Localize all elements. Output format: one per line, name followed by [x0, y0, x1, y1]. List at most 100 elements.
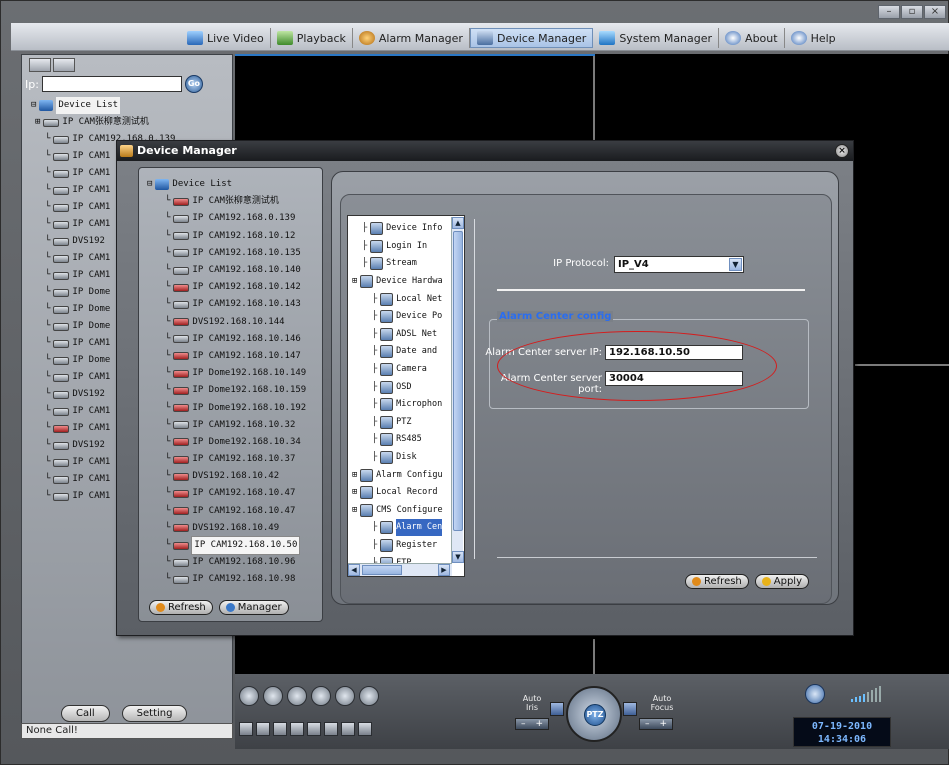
- dialog-device-item[interactable]: └ IP CAM192.168.10.50: [165, 536, 306, 556]
- dialog-title-bar[interactable]: Device Manager: [117, 141, 853, 161]
- nav-playback[interactable]: Playback: [271, 28, 353, 48]
- dialog-device-item[interactable]: └ IP Dome192.168.10.149: [165, 365, 306, 382]
- go-button[interactable]: Go: [184, 75, 203, 93]
- dialog-device-item[interactable]: └ IP CAM192.168.10.140: [165, 262, 306, 279]
- speaker-icon[interactable]: [805, 684, 825, 704]
- scroll-down-icon[interactable]: ▼: [452, 551, 464, 563]
- config-tree-item[interactable]: ⊞ Device Hardwa: [348, 273, 464, 291]
- config-tree-item[interactable]: ├ Login In: [348, 238, 464, 256]
- config-tree-item[interactable]: ├ Date and: [348, 343, 464, 361]
- layout-6-icon[interactable]: [273, 722, 287, 736]
- ptz-dial[interactable]: PTZ: [566, 686, 622, 742]
- dialog-device-item[interactable]: └ IP CAM192.168.10.12: [165, 228, 306, 245]
- hscroll-thumb[interactable]: [362, 565, 402, 575]
- layout-full-icon[interactable]: [358, 722, 372, 736]
- config-tree-item[interactable]: ├ RS485: [348, 431, 464, 449]
- chevron-down-icon[interactable]: ▼: [729, 258, 742, 271]
- manager-button[interactable]: Manager: [218, 600, 289, 615]
- nav-device-manager[interactable]: Device Manager: [469, 28, 594, 48]
- stop-icon[interactable]: [263, 686, 283, 706]
- snapshot-icon[interactable]: [287, 686, 307, 706]
- dialog-device-item[interactable]: └ DVS192.168.10.49: [165, 520, 306, 537]
- audio-icon[interactable]: [359, 686, 379, 706]
- minimize-button[interactable]: –: [878, 5, 900, 19]
- dialog-device-item[interactable]: └ IP CAM192.168.10.146: [165, 331, 306, 348]
- layout-9-icon[interactable]: [290, 722, 304, 736]
- dialog-device-item[interactable]: └ IP CAM192.168.10.47: [165, 485, 306, 502]
- ip-input[interactable]: [41, 76, 182, 92]
- tab-group-icon[interactable]: [53, 58, 75, 72]
- nav-about[interactable]: About: [719, 28, 785, 48]
- config-tree-hscroll[interactable]: ◀ ▶: [348, 563, 452, 576]
- layout-cycle-icon[interactable]: [341, 722, 355, 736]
- config-tree-item[interactable]: ⊞ CMS Configure: [348, 502, 464, 520]
- close-button[interactable]: ×: [924, 5, 946, 19]
- dialog-device-item[interactable]: └ IP CAM192.168.10.143: [165, 296, 306, 313]
- config-tree-item[interactable]: ├ OSD: [348, 378, 464, 396]
- config-tree-vscroll[interactable]: ▲ ▼: [451, 217, 464, 563]
- apply-button[interactable]: Apply: [754, 574, 809, 589]
- maximize-button[interactable]: ▫: [901, 5, 923, 19]
- dialog-device-item[interactable]: └ IP CAM192.168.10.147: [165, 348, 306, 365]
- playback-buttons: [239, 686, 379, 706]
- iris-icon[interactable]: [550, 702, 564, 716]
- dialog-device-item[interactable]: └ IP CAM192.168.10.37: [165, 451, 306, 468]
- config-tree-item[interactable]: ├ Microphon: [348, 396, 464, 414]
- dialog-device-item[interactable]: └ IP CAM192.168.10.96: [165, 554, 306, 571]
- dialog-device-item[interactable]: └ DVS192.168.10.42: [165, 468, 306, 485]
- record-icon[interactable]: [311, 686, 331, 706]
- play-icon[interactable]: [239, 686, 259, 706]
- config-tree-item[interactable]: ├ Stream: [348, 255, 464, 273]
- config-tree-item[interactable]: ├ Device Info: [348, 220, 464, 238]
- ip-protocol-select[interactable]: IP_V4 ▼: [614, 256, 744, 273]
- focus-stepper[interactable]: – +: [639, 718, 673, 730]
- volume-meter[interactable]: [851, 686, 881, 702]
- layout-custom-icon[interactable]: [324, 722, 338, 736]
- tree-root[interactable]: ⊟ Device List: [31, 97, 229, 114]
- refresh-button[interactable]: Refresh: [685, 574, 749, 589]
- scroll-right-icon[interactable]: ▶: [438, 564, 450, 576]
- nav-alarm-manager[interactable]: Alarm Manager: [353, 28, 470, 48]
- iris-stepper[interactable]: – +: [515, 718, 549, 730]
- config-tree-item[interactable]: ├ PTZ: [348, 414, 464, 432]
- config-tree-item[interactable]: ├ Device Po: [348, 308, 464, 326]
- dialog-device-item[interactable]: └ IP Dome192.168.10.159: [165, 382, 306, 399]
- call-button[interactable]: Call: [61, 705, 110, 722]
- nav-live-video[interactable]: Live Video: [181, 28, 271, 48]
- config-tree-item[interactable]: ├ ADSL Net: [348, 326, 464, 344]
- tab-device-icon[interactable]: [29, 58, 51, 72]
- dialog-tree-root[interactable]: ⊟ Device List: [147, 176, 306, 193]
- dialog-device-item[interactable]: └ IP CAM192.168.10.32: [165, 417, 306, 434]
- focus-icon[interactable]: [623, 702, 637, 716]
- nav-system-manager[interactable]: System Manager: [593, 28, 720, 48]
- config-tree-item[interactable]: ├ Local Net: [348, 290, 464, 308]
- dialog-device-item[interactable]: └ IP CAM192.168.10.98: [165, 571, 306, 588]
- layout-4-icon[interactable]: [256, 722, 270, 736]
- fullscreen-icon[interactable]: [335, 686, 355, 706]
- dialog-close-button[interactable]: ×: [835, 144, 849, 158]
- layout-1-icon[interactable]: [239, 722, 253, 736]
- dialog-device-item[interactable]: └ IP CAM张柳意测试机: [165, 193, 306, 210]
- config-tree-item[interactable]: ├ Camera: [348, 361, 464, 379]
- dialog-device-item[interactable]: └ IP CAM192.168.10.47: [165, 503, 306, 520]
- dialog-device-item[interactable]: └ IP CAM192.168.10.142: [165, 279, 306, 296]
- config-tree-item[interactable]: ⊞ Local Record: [348, 484, 464, 502]
- scroll-up-icon[interactable]: ▲: [452, 217, 464, 229]
- nav-help[interactable]: Help: [785, 28, 842, 48]
- dialog-device-item[interactable]: └ DVS192.168.10.144: [165, 314, 306, 331]
- scroll-thumb[interactable]: [453, 231, 463, 531]
- config-tree-item[interactable]: ├ Register: [348, 537, 464, 555]
- config-tree-item[interactable]: ├ Disk: [348, 449, 464, 467]
- setting-button[interactable]: Setting: [121, 705, 188, 722]
- tree-refresh-button[interactable]: Refresh: [149, 600, 213, 615]
- config-tree-item[interactable]: ⊞ Alarm Configu: [348, 466, 464, 484]
- device-list-item[interactable]: ⊞ IP CAM张柳意测试机: [31, 114, 229, 131]
- ptz-center[interactable]: PTZ: [584, 704, 606, 726]
- dialog-device-item[interactable]: └ IP Dome192.168.10.192: [165, 399, 306, 416]
- dialog-device-item[interactable]: └ IP CAM192.168.0.139: [165, 210, 306, 227]
- dialog-device-item[interactable]: └ IP Dome192.168.10.34: [165, 434, 306, 451]
- config-tree-item[interactable]: ├ Alarm Cen: [348, 519, 464, 537]
- layout-16-icon[interactable]: [307, 722, 321, 736]
- dialog-device-item[interactable]: └ IP CAM192.168.10.135: [165, 245, 306, 262]
- scroll-left-icon[interactable]: ◀: [348, 564, 360, 576]
